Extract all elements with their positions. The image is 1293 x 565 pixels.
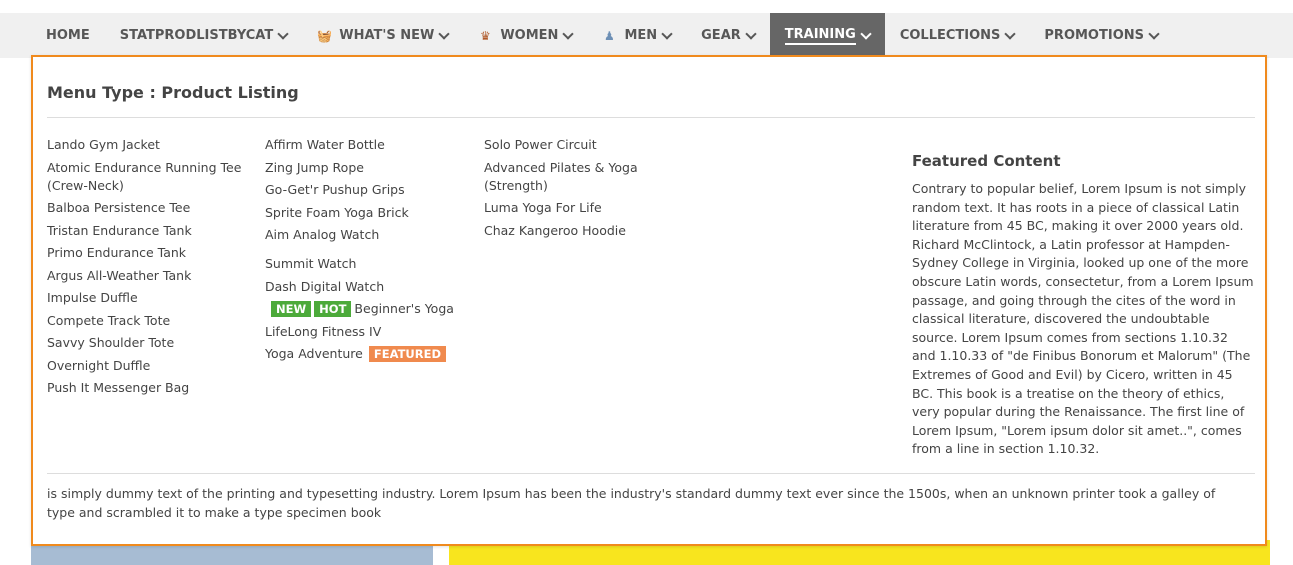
product-link[interactable]: Lando Gym Jacket [47, 136, 252, 154]
product-link[interactable]: Zing Jump Rope [265, 159, 470, 177]
nav-item-men[interactable]: ♟ MEN [587, 13, 686, 58]
product-link[interactable]: Balboa Persistence Tee [47, 199, 252, 217]
woman-icon: ♛ [479, 28, 491, 43]
product-link[interactable]: Tristan Endurance Tank [47, 222, 252, 240]
product-link[interactable]: Summit Watch [265, 255, 470, 273]
nav-item-promotions[interactable]: PROMOTIONS [1029, 13, 1173, 58]
dropdown-footer-text: is simply dummy text of the printing and… [47, 486, 1216, 520]
menu-type-heading: Menu Type : Product Listing [47, 83, 299, 102]
product-link[interactable]: Dash Digital Watch [265, 278, 470, 296]
chevron-down-icon [438, 27, 451, 40]
featured-content-text: Contrary to popular belief, Lorem Ipsum … [912, 181, 1254, 457]
product-link[interactable]: Chaz Kangeroo Hoodie [484, 222, 664, 240]
product-link[interactable]: Overnight Duffle [47, 357, 252, 375]
chevron-down-icon [1148, 27, 1160, 40]
product-link[interactable]: Primo Endurance Tank [47, 244, 252, 262]
product-link[interactable]: Aim Analog Watch [265, 226, 470, 244]
product-label: Yoga Adventure [265, 346, 363, 361]
nav-item-statprodlistbycat[interactable]: STATPRODLISTBYCAT [105, 13, 302, 58]
chevron-down-icon [745, 27, 757, 40]
nav-item-collections[interactable]: COLLECTIONS [885, 13, 1030, 58]
product-link[interactable]: Argus All-Weather Tank [47, 267, 252, 285]
nav-item-training[interactable]: TRAINING [769, 13, 885, 58]
featured-badge: FEATURED [368, 346, 447, 362]
product-link[interactable]: Compete Track Tote [47, 312, 252, 330]
product-link[interactable]: Impulse Duffle [47, 289, 252, 307]
product-column-1: Lando Gym Jacket Atomic Endurance Runnin… [47, 136, 252, 402]
nav-item-home[interactable]: HOME [31, 13, 105, 58]
product-link-yoga-adventure[interactable]: Yoga Adventure FEATURED [265, 345, 470, 363]
chevron-down-icon [562, 27, 575, 40]
nav-item-gear[interactable]: GEAR [686, 13, 770, 58]
product-link[interactable]: Advanced Pilates & Yoga (Strength) [484, 159, 664, 195]
main-navigation: HOME STATPRODLISTBYCAT 🧺 WHAT'S NEW ♛ WOME… [0, 13, 1293, 58]
nav-item-whats-new[interactable]: 🧺 WHAT'S NEW [302, 13, 463, 58]
basket-icon: 🧺 [317, 28, 333, 43]
nav-item-women[interactable]: ♛ WOMEN [463, 13, 587, 58]
chevron-down-icon [277, 27, 289, 40]
hot-badge: HOT [314, 301, 352, 317]
product-link[interactable]: Go-Get'r Pushup Grips [265, 181, 470, 199]
product-link[interactable]: Luma Yoga For Life [484, 199, 664, 217]
product-link[interactable]: Push It Messenger Bag [47, 379, 252, 397]
divider [47, 117, 1255, 118]
product-label: Beginner's Yoga [354, 301, 454, 316]
product-link[interactable]: Savvy Shoulder Tote [47, 334, 252, 352]
chevron-down-icon [661, 27, 673, 40]
training-dropdown-panel: Menu Type : Product Listing Lando Gym Ja… [31, 55, 1267, 546]
product-link-beginners-yoga[interactable]: NEW HOT Beginner's Yoga [265, 300, 470, 318]
new-badge: NEW [271, 301, 312, 317]
product-link[interactable]: Affirm Water Bottle [265, 136, 470, 154]
product-column-2: Affirm Water Bottle Zing Jump Rope Go-Ge… [265, 136, 470, 368]
product-link[interactable]: Sprite Foam Yoga Brick [265, 204, 470, 222]
chevron-down-icon [860, 27, 872, 40]
product-link[interactable]: Solo Power Circuit [484, 136, 664, 154]
product-column-3: Solo Power Circuit Advanced Pilates & Yo… [484, 136, 664, 244]
chevron-down-icon [1004, 27, 1017, 40]
product-link[interactable]: LifeLong Fitness IV [265, 323, 470, 341]
featured-content-title: Featured Content [912, 152, 1061, 170]
product-link[interactable]: Atomic Endurance Running Tee (Crew-Neck) [47, 159, 252, 195]
divider [47, 473, 1255, 474]
man-icon: ♟ [604, 28, 615, 43]
